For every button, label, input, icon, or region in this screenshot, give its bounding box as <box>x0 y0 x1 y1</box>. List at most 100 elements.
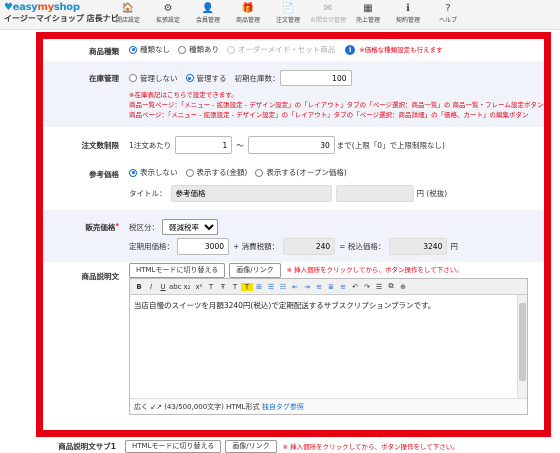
logo-icon: ♥ <box>4 2 13 13</box>
radio-label: 表示する(オープン価格) <box>266 168 347 177</box>
nav-label: 商品管理 <box>235 17 260 24</box>
main-nav: 🏠 開店設定 ⚙ 拡張設定 👤 会員管理 🎁 商品管理 📄 注文管理 ✉ お問合せ管理 ▦ 売上管理 ℹ 契約… <box>108 2 468 24</box>
toolbar-icon-19[interactable]: ↷ <box>361 283 373 291</box>
toolbar-icon-9[interactable]: T <box>241 282 253 291</box>
toolbar-icon-1[interactable]: I <box>145 283 157 291</box>
nav-item-1[interactable]: ⚙ 拡張設定 <box>148 2 188 24</box>
toolbar-icon-0[interactable]: B <box>133 283 145 291</box>
radio-dot-icon <box>129 45 137 54</box>
radio-option[interactable]: オーダーメイド・セット商品 <box>227 44 335 55</box>
toolbar-icon-18[interactable]: ↶ <box>349 283 361 291</box>
top-bar: ♥easymyshop イージーマイショップ 店長ナビ 🏠 開店設定 ⚙ 拡張設定 👤 会… <box>0 0 560 30</box>
nav-item-4[interactable]: 📄 注文管理 <box>268 2 308 24</box>
stock-note-3[interactable]: 商品ページ：「メニュー - 拡張設定 - デザイン設定」の「レイアウト」タブの「… <box>129 110 544 120</box>
stock-note-1: ※在庫表記はこちらで設定できます。 <box>129 91 238 99</box>
highlight-frame: 商品種類 種類なし 種類あり オーダーメイド・セット商品 i ※価格な種類設定も行えます… <box>36 32 551 437</box>
radio-option[interactable]: 種類あり <box>178 44 219 55</box>
radio-option[interactable]: 管理する <box>185 73 227 84</box>
html-mode-button[interactable]: HTMLモードに切り替える <box>129 262 226 278</box>
yen-unit: 円 <box>450 242 458 251</box>
custom-tag-link[interactable]: 独自タグ参照 <box>262 403 304 411</box>
order-limit-label: 注文数制限 <box>81 141 120 150</box>
tax-amount-input <box>283 238 336 255</box>
toolbar-icon-4[interactable]: x₂ <box>181 283 193 291</box>
ref-price-input[interactable] <box>335 185 414 202</box>
sub1-image-link-button[interactable]: 画像/リンク <box>225 440 277 453</box>
variant-options: 種類なし 種類あり オーダーメイド・セット商品 i ※価格な種類設定も行えます <box>129 44 544 55</box>
toolbar-icon-13[interactable]: ⇤ <box>289 283 301 291</box>
nav-item-0[interactable]: 🏠 開店設定 <box>108 2 148 24</box>
order-limit-suffix: まで(上限「0」で上限制限なし) <box>336 140 445 150</box>
description-label: 商品説明文 <box>81 272 120 281</box>
nav-item-7[interactable]: ℹ 契約管理 <box>388 2 428 24</box>
nav-item-6[interactable]: ▦ 売上管理 <box>348 2 388 24</box>
toolbar-icon-10[interactable]: ⊞ <box>253 283 265 291</box>
description-textarea[interactable]: 当店自慢のスイーツを月額3240円(税込)で定期配送するサブスクリプションプラン… <box>130 295 517 398</box>
nav-icon: ✉ <box>323 3 333 14</box>
sub1-html-mode-button[interactable]: HTMLモードに切り替える <box>125 440 222 453</box>
radio-option[interactable]: 表示する(金額) <box>185 167 248 178</box>
radio-option[interactable]: 表示する(オープン価格) <box>255 167 347 178</box>
nav-item-5[interactable]: ✉ お問合せ管理 <box>308 2 348 24</box>
toolbar-icon-12[interactable]: ☷ <box>277 283 289 291</box>
info-icon[interactable]: i <box>345 44 356 55</box>
toolbar-icon-8[interactable]: T <box>229 283 241 291</box>
initial-stock-input[interactable] <box>279 70 352 86</box>
nav-item-3[interactable]: 🎁 商品管理 <box>228 2 268 24</box>
radio-label: 管理しない <box>140 73 178 83</box>
toolbar-icon-20[interactable]: ☰ <box>373 283 385 291</box>
radio-label: 表示する(金額) <box>196 168 248 177</box>
toolbar-icon-22[interactable]: ⊕ <box>397 283 409 291</box>
toolbar-icon-21[interactable]: ⧉ <box>385 282 397 291</box>
stock-label: 在庫管理 <box>89 74 119 83</box>
toolbar-icon-17[interactable]: ≡ <box>337 283 349 291</box>
row-stock: 在庫管理 管理しない 管理する 初期在庫数： ※在庫表記はこちらで設定できます。 … <box>43 61 544 127</box>
radio-dot-icon <box>185 74 194 82</box>
regular-price-input[interactable] <box>177 238 229 255</box>
nav-label: 売上管理 <box>355 17 380 24</box>
order-max-input[interactable] <box>247 136 335 154</box>
rich-text-editor: B I Uabc x₂ x² T Ŧ T T ⊞ ☰ ☷ ⇤ ⇥ ≡ ≣ ≡ ↶ ↷ ☰ ⧉ ⊕ 当店自慢のスイーツを月額… <box>129 278 528 415</box>
expand-arrows-icon[interactable]: ↙↗ <box>150 403 162 411</box>
radio-label: 種類あり <box>189 45 219 54</box>
radio-label: 種類なし <box>140 45 170 54</box>
row-order-limit: 注文数制限 1注文あたり 〜 まで(上限「0」で上限制限なし) <box>43 127 544 162</box>
radio-dot-icon <box>178 45 186 54</box>
toolbar-icon-6[interactable]: T <box>205 283 217 291</box>
nav-icon: 🏠 <box>121 3 135 14</box>
toolbar-icon-3[interactable]: abc <box>169 283 182 291</box>
expand-editor-button[interactable]: 広く <box>134 403 148 411</box>
nav-icon: ℹ <box>406 3 410 14</box>
tax-category-select[interactable]: 軽減税率 <box>162 219 218 235</box>
nav-icon: ⚙ <box>163 3 173 14</box>
radio-option[interactable]: 種類なし <box>129 44 170 55</box>
nav-item-2[interactable]: 👤 会員管理 <box>188 2 228 24</box>
toolbar-icon-5[interactable]: x² <box>193 283 205 291</box>
image-link-button[interactable]: 画像/リンク <box>229 262 281 278</box>
toolbar-icon-7[interactable]: Ŧ <box>217 283 229 291</box>
toolbar-icon-15[interactable]: ≡ <box>313 283 325 291</box>
sub1-editor-hint: ※ 挿入個所をクリックしてから、ボタン操作をして下さい。 <box>282 442 459 451</box>
ref-price-options: 表示しない 表示する(金額) 表示する(オープン価格) <box>129 167 544 178</box>
toolbar-icon-16[interactable]: ≣ <box>325 283 337 291</box>
logo[interactable]: ♥easymyshop イージーマイショップ 店長ナビ <box>4 2 119 24</box>
editor-scrollbar[interactable] <box>517 295 527 398</box>
tax-included-input <box>389 238 448 255</box>
price-label: 販売価格* <box>85 222 119 232</box>
radio-option[interactable]: 表示しない <box>129 167 178 178</box>
toolbar-icon-14[interactable]: ⇥ <box>301 283 313 291</box>
consumption-tax-label: + 消費税額： <box>233 242 280 251</box>
radio-dot-icon <box>227 45 235 54</box>
row-variant: 商品種類 種類なし 種類あり オーダーメイド・セット商品 i ※価格な種類設定も行えます <box>43 39 544 61</box>
radio-dot-icon <box>255 168 264 177</box>
nav-item-8[interactable]: ? ヘルプ <box>428 2 468 24</box>
row-price: 販売価格* 税区分： 軽減税率 定期用価格： + 消費税額： = 税込価格： 円 <box>43 210 544 262</box>
order-limit-tilde: 〜 <box>236 140 244 150</box>
nav-icon: 🎁 <box>241 3 255 14</box>
stock-note-2[interactable]: 商品一覧ページ：「メニュー - 拡張設定 - デザイン設定」の「レイアウト」タブ… <box>129 100 544 110</box>
order-min-input[interactable] <box>175 136 233 154</box>
radio-option[interactable]: 管理しない <box>129 73 178 84</box>
toolbar-icon-11[interactable]: ☰ <box>265 283 277 291</box>
ref-title-input[interactable] <box>170 185 332 202</box>
toolbar-icon-2[interactable]: U <box>157 283 169 291</box>
